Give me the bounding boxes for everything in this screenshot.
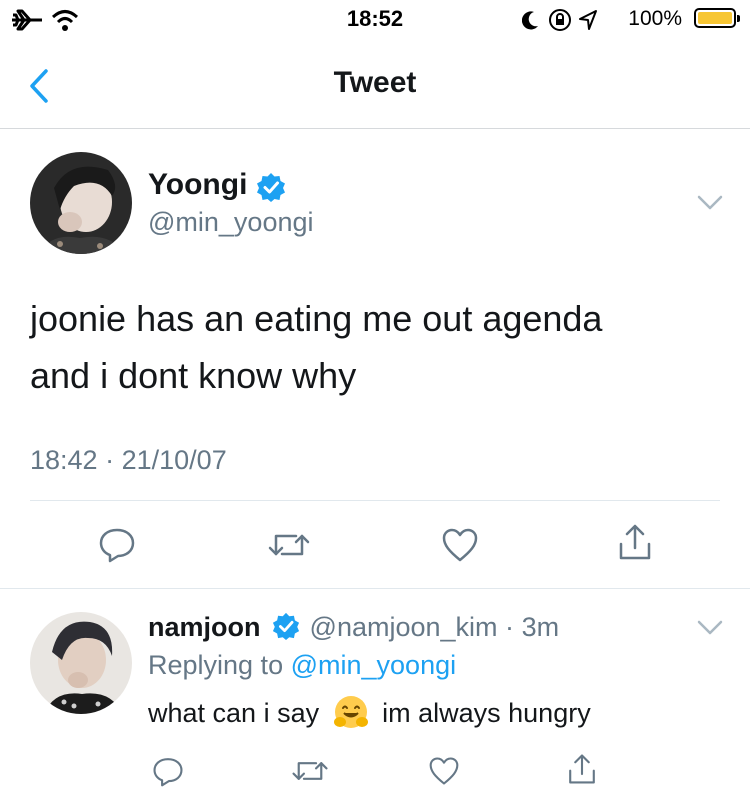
reply-avatar-image (30, 612, 132, 714)
reply-text-after: im always hungry (382, 698, 591, 728)
nav-divider (0, 128, 750, 129)
reply-age: 3m (521, 612, 560, 642)
replying-to: Replying to @min_yoongi (148, 650, 456, 681)
author-avatar[interactable] (30, 152, 132, 254)
avatar-image (30, 152, 132, 254)
timestamp-separator: · (105, 445, 115, 475)
author-name[interactable]: Yoongi (148, 168, 247, 201)
chevron-down-icon[interactable] (697, 195, 723, 211)
battery-nub (737, 15, 740, 22)
author-name-row: Yoongi (148, 168, 286, 202)
tweet-text: joonie has an eating me out agenda and i… (30, 290, 720, 404)
reply-text-before: what can i say (148, 698, 320, 728)
battery-fill (698, 12, 732, 24)
tweet-timestamp: 18:42 · 21/10/07 (30, 445, 227, 476)
tweet-text-line-1: joonie has an eating me out agenda (30, 298, 603, 339)
reply-icon[interactable] (98, 525, 136, 563)
reply-separator: · (505, 612, 515, 642)
verified-badge-icon (272, 612, 300, 640)
replying-to-link[interactable]: @min_yoongi (291, 650, 457, 680)
reply-header: namjoon @namjoon_kim · 3m (148, 612, 559, 643)
replying-to-label: Replying to (148, 650, 284, 680)
reply-author-name[interactable]: namjoon (148, 612, 261, 642)
moon-icon (522, 11, 538, 30)
page-title: Tweet (333, 66, 417, 99)
battery-icon (694, 8, 740, 28)
reply-text: what can i say im always hungry (148, 695, 591, 730)
reply-divider (0, 588, 750, 589)
retweet-icon[interactable] (266, 530, 312, 560)
reply-chevron-down-icon[interactable] (697, 620, 723, 636)
reply-reply-icon[interactable] (152, 755, 184, 787)
tweet-text-line-2: and i dont know why (30, 355, 357, 396)
hugging-face-emoji-icon (333, 695, 368, 728)
tweet-date: 21/10/07 (121, 445, 227, 475)
reply-retweet-icon[interactable] (290, 758, 330, 784)
timestamp-divider (30, 500, 720, 501)
reply-like-heart-icon[interactable] (428, 756, 460, 786)
share-icon[interactable] (616, 522, 654, 562)
author-handle[interactable]: @min_yoongi (148, 207, 314, 238)
battery-percent: 100% (628, 7, 682, 30)
reply-author-handle[interactable]: @namjoon_kim (310, 612, 498, 642)
orientation-lock-icon (549, 9, 571, 31)
status-bar: 18:52 100% (0, 0, 750, 40)
reply-avatar[interactable] (30, 612, 132, 714)
reply-share-icon[interactable] (566, 752, 598, 786)
tweet-time: 18:42 (30, 445, 98, 475)
location-icon (579, 10, 597, 30)
verified-badge-icon (256, 172, 285, 202)
like-heart-icon[interactable] (441, 527, 479, 563)
